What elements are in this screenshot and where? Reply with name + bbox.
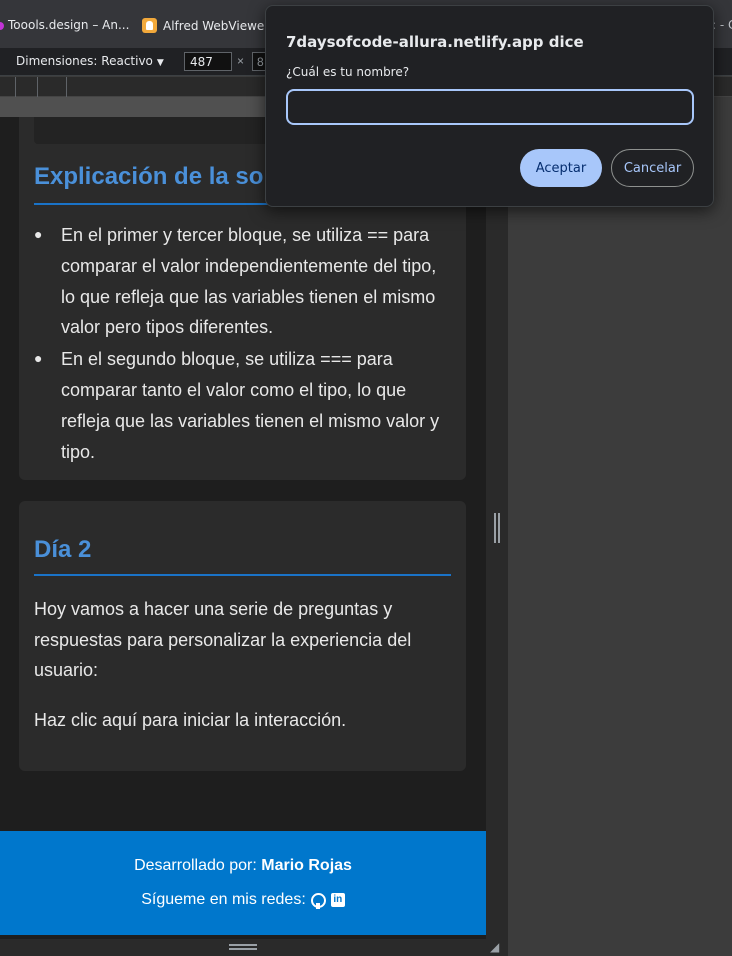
github-icon[interactable] [310,892,326,909]
ruler-tick [15,77,16,97]
page-footer: Desarrollado por: Mario Rojas Sígueme en… [0,831,486,935]
day2-intro-text: Hoy vamos a hacer una serie de preguntas… [34,599,412,681]
devtools-empty-area [508,117,732,956]
viewport-resize-handle-bottom[interactable] [0,939,486,956]
dialog-message: ¿Cuál es tu nombre? [286,65,410,79]
day2-card: Día 2 Hoy vamos a hacer una serie de pre… [19,501,466,771]
alfred-favicon-icon [142,18,157,33]
bookmark-alfred-webviewer[interactable]: Alfred WebViewer | [142,18,277,33]
cancel-button[interactable]: Cancelar [611,149,694,187]
dimensions-dropdown[interactable]: Dimensiones: Reactivo ▼ [16,54,164,68]
toools-favicon-icon [0,21,4,30]
viewport-resize-handle-right[interactable] [486,117,508,956]
footer-credits: Desarrollado por: Mario Rojas [134,857,352,874]
dialog-title: 7daysofcode-allura.netlify.app dice [286,33,584,51]
explanation-list: ● En el primer y tercer bloque, se utiliz… [34,219,454,467]
bullet-icon: ● [34,226,43,242]
grip-icon [229,944,257,950]
linkedin-icon[interactable]: in [330,893,345,907]
resize-corner-icon[interactable]: ◢ [490,940,504,954]
author-name: Mario Rojas [261,857,352,874]
section-title-day2: Día 2 [34,536,92,563]
list-item: ● En el primer y tercer bloque, se utiliz… [34,219,454,343]
bullet-icon: ● [34,350,43,367]
bookmark-toools[interactable]: Toools.design – An... [0,18,129,32]
section-title-explanation: Explicación de la so [34,163,264,190]
chevron-down-icon: ▼ [156,58,164,68]
ruler-tick [66,77,67,97]
start-interaction-link[interactable]: Haz clic aquí para iniciar la interacció… [34,705,454,736]
page-viewport[interactable]: Explicación de la so ● En el primer y ter… [0,117,486,939]
accept-button[interactable]: Aceptar [520,149,602,187]
dimension-times-sign: × [237,54,245,68]
grip-icon [494,513,500,543]
name-input[interactable] [286,89,694,125]
viewport-width-input[interactable]: 487 [184,52,232,71]
list-item: ● En el segundo bloque, se utiliza === pa… [34,343,454,467]
ruler-tick [37,77,38,97]
title-underline [34,574,451,576]
bookmark-truncated[interactable]: : - C [712,18,732,32]
footer-socials: Sígueme en mis redes: in [0,891,486,909]
prompt-dialog: 7daysofcode-allura.netlify.app dice ¿Cuá… [265,5,714,207]
